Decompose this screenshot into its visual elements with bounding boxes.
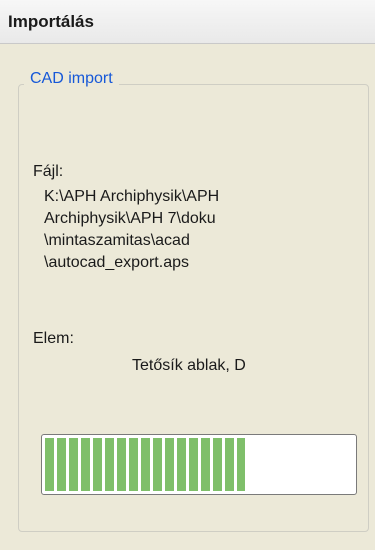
progress-fill — [45, 438, 245, 491]
window-title: Importálás — [8, 12, 94, 31]
import-dialog: Importálás CAD import Fájl: K:\APH Archi… — [0, 0, 377, 550]
file-path-line: K:\APH Archiphysik\APH — [44, 188, 220, 205]
group-legend: CAD import — [24, 70, 119, 88]
element-value: Tetősík ablak, D — [132, 357, 246, 374]
file-path-line: Archiphysik\APH 7\doku — [44, 210, 216, 227]
file-label: Fájl: — [33, 163, 64, 180]
file-path-line: \autocad_export.aps — [44, 254, 189, 271]
title-bar: Importálás — [0, 0, 375, 44]
element-label: Elem: — [33, 330, 74, 347]
import-progress-bar — [41, 434, 357, 495]
file-path-line: \mintaszamitas\acad — [44, 232, 190, 249]
